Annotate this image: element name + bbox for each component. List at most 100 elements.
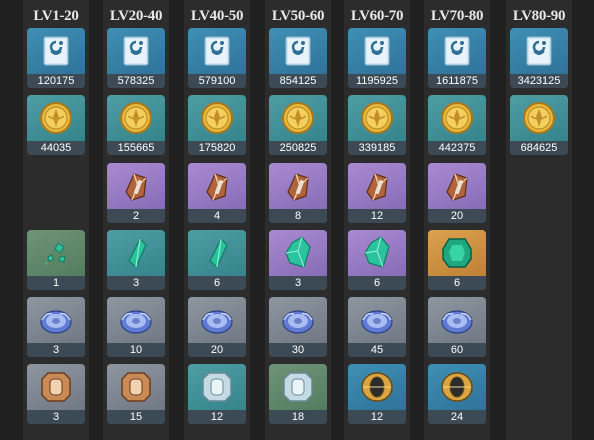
guard-silver-icon: [188, 364, 246, 410]
material-quantity: 20: [188, 343, 246, 357]
material-card[interactable]: 3: [27, 297, 85, 357]
guard-silver-icon: [269, 364, 327, 410]
level-range-header: LV70-80: [430, 8, 484, 24]
guard-bronze-icon: [107, 364, 165, 410]
mora-coin-icon: [269, 95, 327, 141]
level-range-header: LV80-90: [512, 8, 566, 24]
material-quantity: 12: [348, 209, 406, 223]
material-card[interactable]: 30: [269, 297, 327, 357]
level-column: LV80-90 3423125 684625: [506, 0, 572, 440]
material-card[interactable]: 2: [107, 163, 165, 223]
material-quantity: 3: [107, 276, 165, 290]
exp-book-icon: [510, 28, 568, 74]
mora-coin-icon: [428, 95, 486, 141]
material-quantity: 579100: [188, 74, 246, 88]
material-quantity: 854125: [269, 74, 327, 88]
level-range-header: LV20-40: [109, 8, 163, 24]
material-card[interactable]: 60: [428, 297, 486, 357]
material-card[interactable]: 4: [188, 163, 246, 223]
material-card[interactable]: 1195925: [348, 28, 406, 88]
material-card[interactable]: 3: [27, 364, 85, 424]
material-quantity: 3: [27, 410, 85, 424]
level-column: LV60-70 1195925 339185 12 6 45 12: [344, 0, 410, 440]
material-card[interactable]: 18: [269, 364, 327, 424]
material-card[interactable]: 1611875: [428, 28, 486, 88]
material-card[interactable]: 684625: [510, 95, 568, 155]
gem-chunk-icon: [269, 230, 327, 276]
nut-icon: [428, 297, 486, 343]
material-quantity: 1: [27, 276, 85, 290]
material-quantity: 18: [269, 410, 327, 424]
material-card[interactable]: 12: [188, 364, 246, 424]
material-card[interactable]: 20: [188, 297, 246, 357]
material-card[interactable]: 120175: [27, 28, 85, 88]
exp-book-icon: [348, 28, 406, 74]
material-quantity: 45: [348, 343, 406, 357]
material-quantity: 6: [428, 276, 486, 290]
level-column: LV70-80 1611875 442375 20 6 60 24: [424, 0, 490, 440]
material-quantity: 3: [269, 276, 327, 290]
material-quantity: 8: [269, 209, 327, 223]
exp-book-icon: [188, 28, 246, 74]
level-range-header: LV60-70: [350, 8, 404, 24]
material-card[interactable]: 3: [107, 230, 165, 290]
material-card[interactable]: 155665: [107, 95, 165, 155]
material-quantity: 3423125: [510, 74, 568, 88]
material-card[interactable]: 3: [269, 230, 327, 290]
material-card[interactable]: 45: [348, 297, 406, 357]
gem-sliver-icon: [27, 230, 85, 276]
level-range-header: LV1-20: [33, 8, 79, 24]
material-card[interactable]: 175820: [188, 95, 246, 155]
material-card[interactable]: 854125: [269, 28, 327, 88]
material-card[interactable]: 579100: [188, 28, 246, 88]
material-card[interactable]: 12: [348, 163, 406, 223]
material-card[interactable]: 24: [428, 364, 486, 424]
relic-ore-icon: [269, 163, 327, 209]
relic-ore-icon: [348, 163, 406, 209]
material-card[interactable]: 442375: [428, 95, 486, 155]
gem-chunk-icon: [348, 230, 406, 276]
material-quantity: 339185: [348, 141, 406, 155]
level-range-header: LV40-50: [190, 8, 244, 24]
material-card[interactable]: 6: [188, 230, 246, 290]
mora-coin-icon: [348, 95, 406, 141]
material-quantity: 1195925: [348, 74, 406, 88]
material-card[interactable]: 1: [27, 230, 85, 290]
guard-gold-icon: [428, 364, 486, 410]
material-quantity: 6: [348, 276, 406, 290]
material-quantity: 3: [27, 343, 85, 357]
gem-gemstone-icon: [428, 230, 486, 276]
level-column: LV20-40 578325 155665 2 3 10 15: [103, 0, 169, 440]
material-card[interactable]: 6: [428, 230, 486, 290]
material-card[interactable]: 3423125: [510, 28, 568, 88]
relic-ore-icon: [428, 163, 486, 209]
exp-book-icon: [107, 28, 165, 74]
material-quantity: 442375: [428, 141, 486, 155]
material-card[interactable]: 578325: [107, 28, 165, 88]
relic-ore-icon: [188, 163, 246, 209]
material-quantity: 10: [107, 343, 165, 357]
material-quantity: 12: [188, 410, 246, 424]
material-quantity: 30: [269, 343, 327, 357]
material-card[interactable]: 6: [348, 230, 406, 290]
level-column: LV40-50 579100 175820 4 6 20 12: [184, 0, 250, 440]
nut-icon: [107, 297, 165, 343]
material-quantity: 684625: [510, 141, 568, 155]
material-card[interactable]: 8: [269, 163, 327, 223]
material-card[interactable]: 339185: [348, 95, 406, 155]
guard-bronze-icon: [27, 364, 85, 410]
material-card[interactable]: 10: [107, 297, 165, 357]
exp-book-icon: [269, 28, 327, 74]
material-quantity: 250825: [269, 141, 327, 155]
material-quantity: 60: [428, 343, 486, 357]
material-card[interactable]: 15: [107, 364, 165, 424]
material-card[interactable]: 12: [348, 364, 406, 424]
material-card[interactable]: 250825: [269, 95, 327, 155]
material-quantity: 155665: [107, 141, 165, 155]
material-quantity: 120175: [27, 74, 85, 88]
gem-fragment-icon: [188, 230, 246, 276]
material-quantity: 2: [107, 209, 165, 223]
material-card[interactable]: 20: [428, 163, 486, 223]
material-card[interactable]: 44035: [27, 95, 85, 155]
mora-coin-icon: [510, 95, 568, 141]
